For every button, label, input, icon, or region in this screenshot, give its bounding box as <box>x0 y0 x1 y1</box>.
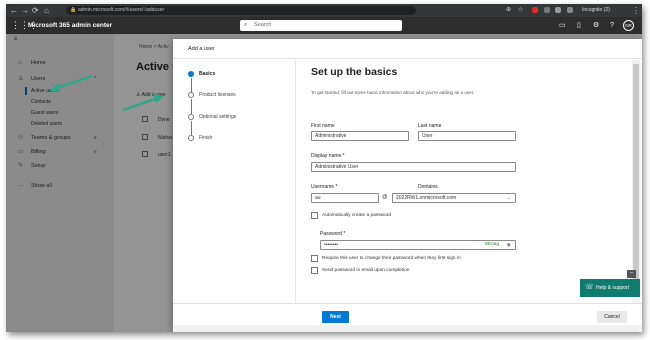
username-label: Username * <box>311 184 338 190</box>
step-finish[interactable]: Finish <box>199 135 212 141</box>
step-optional-settings[interactable]: Optional settings <box>199 114 236 120</box>
first-name-field[interactable]: Administrative <box>311 131 409 141</box>
auto-password-checkbox[interactable] <box>311 212 318 219</box>
step-indicator-icon <box>188 71 194 77</box>
password-value: •••••••• <box>324 242 339 248</box>
step-indicator-icon <box>188 135 194 141</box>
incognito-profile[interactable]: Incognito (2) <box>582 4 610 17</box>
cancel-button[interactable]: Cancel <box>597 311 627 323</box>
panel-header: Add a user <box>173 39 642 59</box>
back-icon[interactable]: ← <box>10 5 18 16</box>
step-indicator-icon <box>188 114 194 120</box>
basics-form: Set up the basics To get started, fill o… <box>309 60 629 303</box>
home-icon[interactable]: ⌂ <box>44 5 49 16</box>
reload-icon[interactable]: ⟳ <box>32 5 39 16</box>
help-minimize-icon[interactable]: – <box>627 270 636 278</box>
chevron-down-icon: ⌄ <box>506 195 511 201</box>
last-name-field[interactable]: User <box>418 131 516 141</box>
extensions-icon[interactable]: ⊕ <box>506 5 511 16</box>
step-product-licenses[interactable]: Product licenses <box>199 92 236 98</box>
step-connector <box>190 78 192 92</box>
send-email-checkbox[interactable] <box>311 267 318 274</box>
avatar[interactable]: NR <box>623 20 634 31</box>
step-connector <box>190 121 192 135</box>
page-title: Set up the basics <box>311 66 398 78</box>
step-indicator-icon <box>188 92 194 98</box>
add-user-panel: Add a user Basics Product licenses Optio… <box>173 39 642 332</box>
bookmark-star-icon[interactable]: ☆ <box>518 5 523 16</box>
require-change-checkbox[interactable] <box>311 255 318 262</box>
auto-password-label: Automatically create a password <box>322 213 392 218</box>
search-placeholder: Search <box>254 22 272 28</box>
app-header: ⋮⋮⋮ Microsoft 365 admin center ⌕ Search … <box>6 17 642 34</box>
password-strength: Strong <box>484 242 499 247</box>
display-name-label: Display name * <box>311 153 345 159</box>
require-change-label: Require this user to change their passwo… <box>322 256 461 261</box>
address-bar[interactable]: 🔒 admin.microsoft.com/#/users/:/adduser <box>66 6 416 15</box>
url-text: admin.microsoft.com/#/users/:/adduser <box>78 7 165 13</box>
app-title[interactable]: Microsoft 365 admin center <box>28 17 112 34</box>
horizontal-scrollbar[interactable] <box>173 325 642 332</box>
puzzle-icon[interactable] <box>567 7 573 13</box>
help-label: Help & support <box>596 285 630 291</box>
settings-gear-icon[interactable]: ⚙ <box>593 20 599 31</box>
step-basics[interactable]: Basics <box>199 71 215 77</box>
first-name-label: First name <box>311 123 335 129</box>
extension-icon[interactable] <box>532 7 538 13</box>
lock-icon: 🔒 <box>70 7 77 13</box>
show-password-icon[interactable]: ◉ <box>507 241 511 249</box>
password-label: Password * <box>320 231 346 237</box>
screen-icon[interactable]: ▭ <box>559 20 566 31</box>
extension-icon[interactable] <box>555 7 561 13</box>
search-icon: ⌕ <box>244 22 248 28</box>
mobile-icon[interactable]: ▯ <box>577 20 581 31</box>
browser-menu-icon[interactable]: ⋮ <box>632 5 640 16</box>
forward-icon[interactable]: → <box>21 5 29 16</box>
password-field[interactable]: •••••••• Strong ◉ <box>320 240 516 250</box>
annotation-arrow-icon <box>49 74 93 92</box>
domains-label: Domains <box>418 184 438 190</box>
divider <box>295 60 296 303</box>
browser-toolbar: ← → ⟳ ⌂ 🔒 admin.microsoft.com/#/users/:/… <box>6 4 642 17</box>
domain-value: 2022RW1.onmicrosoft.com <box>396 195 457 201</box>
annotation-arrow-icon <box>122 94 164 112</box>
vertical-scrollbar[interactable] <box>632 60 640 303</box>
username-field[interactable]: au <box>311 193 379 203</box>
next-button[interactable]: Next <box>322 311 349 323</box>
display-name-field[interactable]: Administrative User <box>311 162 516 172</box>
at-sign: @ <box>382 194 388 200</box>
help-icon: ☏ <box>585 284 594 291</box>
extension-icon[interactable] <box>544 7 550 13</box>
send-email-label: Send password in email upon completion <box>322 268 410 273</box>
domains-dropdown[interactable]: 2022RW1.onmicrosoft.com ⌄ <box>392 193 516 203</box>
last-name-label: Last name <box>418 123 442 129</box>
help-support-button[interactable]: ☏ Help & support <box>580 279 640 297</box>
search-input[interactable]: ⌕ Search <box>240 20 402 31</box>
wizard-steps: Basics Product licenses Optional setting… <box>173 60 295 303</box>
browser-window: ← → ⟳ ⌂ 🔒 admin.microsoft.com/#/users/:/… <box>6 4 642 332</box>
form-description: To get started, fill out some basic info… <box>311 90 475 95</box>
help-question-icon[interactable]: ? <box>610 20 614 31</box>
scrollbar-thumb[interactable] <box>633 64 639 294</box>
step-connector <box>190 99 192 114</box>
